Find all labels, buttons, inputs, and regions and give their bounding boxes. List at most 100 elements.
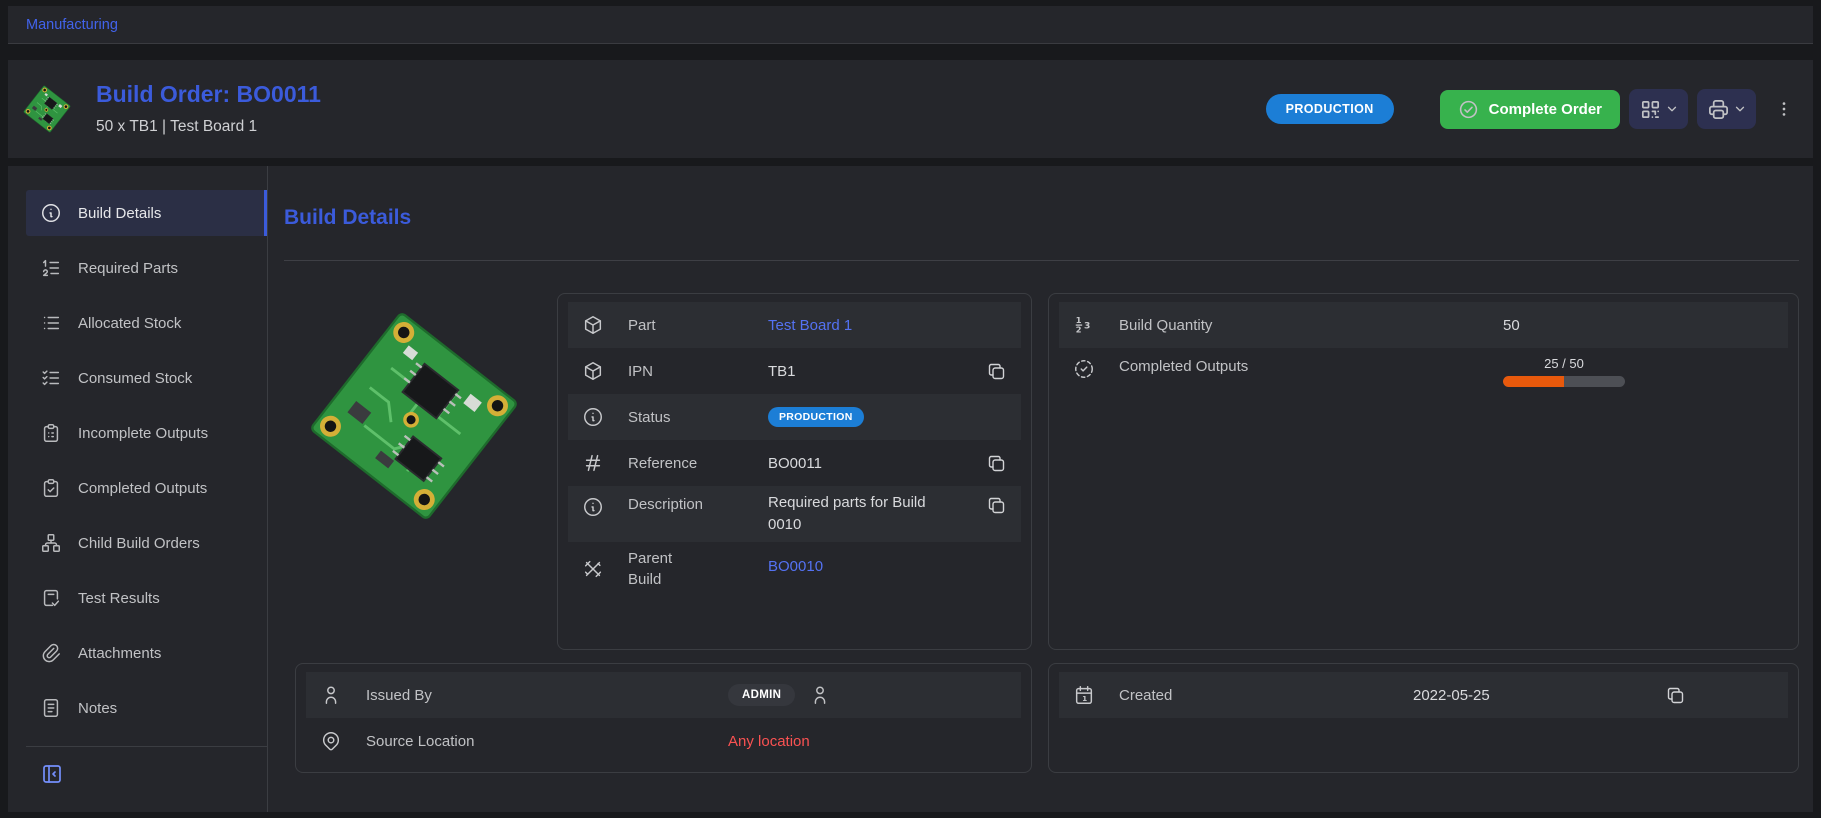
stat-row-completed-outputs: Completed Outputs 25 / 50 [1059, 348, 1788, 410]
sidebar-item-test-results[interactable]: Test Results [26, 575, 267, 621]
more-actions-button[interactable] [1773, 89, 1795, 129]
progress-bar-fill [1503, 376, 1564, 387]
build-quantity-value: 50 [1503, 317, 1520, 334]
parent-build-link[interactable]: BO0010 [768, 558, 823, 575]
detail-row-source-location: Source Location Any location [306, 718, 1021, 764]
detail-label-part: Part [628, 317, 768, 334]
complete-order-button[interactable]: Complete Order [1440, 90, 1620, 129]
detail-row-description: Description Required parts for Build 001… [568, 486, 1021, 542]
sitemap-icon [40, 532, 62, 554]
detail-label-status: Status [628, 409, 768, 426]
page-title[interactable]: Build Order: BO0011 [96, 82, 321, 107]
sidebar-item-allocated-stock[interactable]: Allocated Stock [26, 300, 267, 346]
panel-heading: Build Details [284, 206, 1799, 230]
hash-icon [582, 452, 606, 474]
qrcode-icon [1639, 98, 1662, 121]
dots-vertical-icon [1774, 99, 1794, 119]
sidebar-item-consumed-stock[interactable]: Consumed Stock [26, 355, 267, 401]
printer-icon [1707, 98, 1730, 121]
detail-label-parent-build: Parent Build [628, 548, 768, 592]
sidebar-item-label: Incomplete Outputs [78, 425, 208, 442]
reference-value: BO0011 [768, 455, 822, 472]
sidebar-item-notes[interactable]: Notes [26, 685, 267, 731]
progress-check-icon [1073, 358, 1097, 380]
sidebar-item-label: Consumed Stock [78, 370, 192, 387]
box-icon [582, 360, 606, 382]
part-link[interactable]: Test Board 1 [768, 317, 852, 334]
detail-label-source-location: Source Location [366, 733, 728, 750]
detail-row-parent-build: Parent Build BO0010 [568, 542, 1021, 598]
created-value: 2022-05-25 [1413, 687, 1490, 704]
breadcrumb: Manufacturing [8, 6, 1813, 44]
sidebar-item-build-details[interactable]: Build Details [26, 190, 267, 236]
stat-label-completed-outputs: Completed Outputs [1119, 358, 1503, 375]
created-card: 1 Created 2022-05-25 [1048, 663, 1799, 773]
detail-row-issued-by: Issued By ADMIN [306, 672, 1021, 718]
sidebar-item-label: Completed Outputs [78, 480, 207, 497]
panel-content: Build Details Part Test Board 1 IPN TB1 [268, 166, 1813, 812]
issued-by-badge: ADMIN [728, 684, 795, 706]
clipboard-list-icon [40, 422, 62, 444]
status-value-badge: PRODUCTION [768, 407, 864, 427]
sidebar-item-attachments[interactable]: Attachments [26, 630, 267, 676]
copy-ipn-button[interactable] [986, 360, 1007, 382]
chevron-down-icon [1665, 102, 1679, 116]
sidebar-item-label: Test Results [78, 590, 160, 607]
build-stats-card: 123 Build Quantity 50 Completed Outputs … [1048, 293, 1799, 650]
sidebar-item-incomplete-outputs[interactable]: Incomplete Outputs [26, 410, 267, 456]
sidebar-collapse-icon [40, 762, 64, 786]
description-value: Required parts for Build 0010 [768, 492, 928, 536]
copy-created-button[interactable] [1665, 684, 1686, 706]
completed-outputs-progress: 25 / 50 [1503, 356, 1625, 387]
stat-label-build-quantity: Build Quantity [1119, 317, 1503, 334]
collapse-sidebar-button[interactable] [26, 759, 66, 789]
issued-by-value: ADMIN [728, 684, 831, 706]
issued-card: Issued By ADMIN Source Location Any loca… [295, 663, 1032, 773]
header-titles: Build Order: BO0011 50 x TB1 | Test Boar… [96, 82, 321, 135]
sidebar-item-label: Allocated Stock [78, 315, 181, 332]
breadcrumb-link-manufacturing[interactable]: Manufacturing [26, 17, 118, 33]
list-icon [40, 312, 62, 334]
qr-code-button[interactable] [1629, 89, 1688, 129]
progress-track [1503, 376, 1625, 387]
status-badge: PRODUCTION [1266, 94, 1394, 124]
detail-row-ipn: IPN TB1 [568, 348, 1021, 394]
details-grid-bottom: Issued By ADMIN Source Location Any loca… [295, 663, 1799, 773]
page-header: Build Order: BO0011 50 x TB1 | Test Boar… [8, 60, 1813, 158]
chevron-down-icon [1733, 102, 1747, 116]
print-button[interactable] [1697, 89, 1756, 129]
map-pin-icon [320, 730, 344, 752]
tools-icon [582, 558, 606, 580]
paperclip-icon [40, 642, 62, 664]
sidebar: Build Details Required Parts Allocated S… [8, 166, 268, 812]
calendar-icon: 1 [1073, 684, 1097, 706]
detail-row-created: 1 Created 2022-05-25 [1059, 672, 1788, 718]
info-circle-icon [40, 202, 62, 224]
list-numbers-icon [40, 257, 62, 279]
complete-order-label: Complete Order [1489, 101, 1602, 118]
copy-description-button[interactable] [986, 494, 1007, 516]
sidebar-item-child-build-orders[interactable]: Child Build Orders [26, 520, 267, 566]
header-actions: PRODUCTION Complete Order [1266, 89, 1795, 129]
notes-icon [40, 697, 62, 719]
svg-text:2: 2 [1076, 324, 1082, 334]
part-image-cell [295, 293, 541, 650]
clipboard-check-icon [40, 477, 62, 499]
sidebar-item-completed-outputs[interactable]: Completed Outputs [26, 465, 267, 511]
sidebar-item-label: Required Parts [78, 260, 178, 277]
info-circle-icon [582, 496, 606, 518]
box-icon [582, 314, 606, 336]
svg-text:1: 1 [1082, 694, 1087, 703]
detail-row-reference: Reference BO0011 [568, 440, 1021, 486]
user-icon [320, 684, 344, 706]
part-image[interactable] [295, 297, 533, 535]
sidebar-item-label: Attachments [78, 645, 161, 662]
sidebar-item-label: Notes [78, 700, 117, 717]
detail-row-status: Status PRODUCTION [568, 394, 1021, 440]
sidebar-item-required-parts[interactable]: Required Parts [26, 245, 267, 291]
numbers-123-icon: 123 [1073, 314, 1097, 336]
ipn-value: TB1 [768, 363, 796, 380]
main-region: Build Details Required Parts Allocated S… [8, 166, 1813, 812]
copy-reference-button[interactable] [986, 452, 1007, 474]
detail-label-ipn: IPN [628, 363, 768, 380]
